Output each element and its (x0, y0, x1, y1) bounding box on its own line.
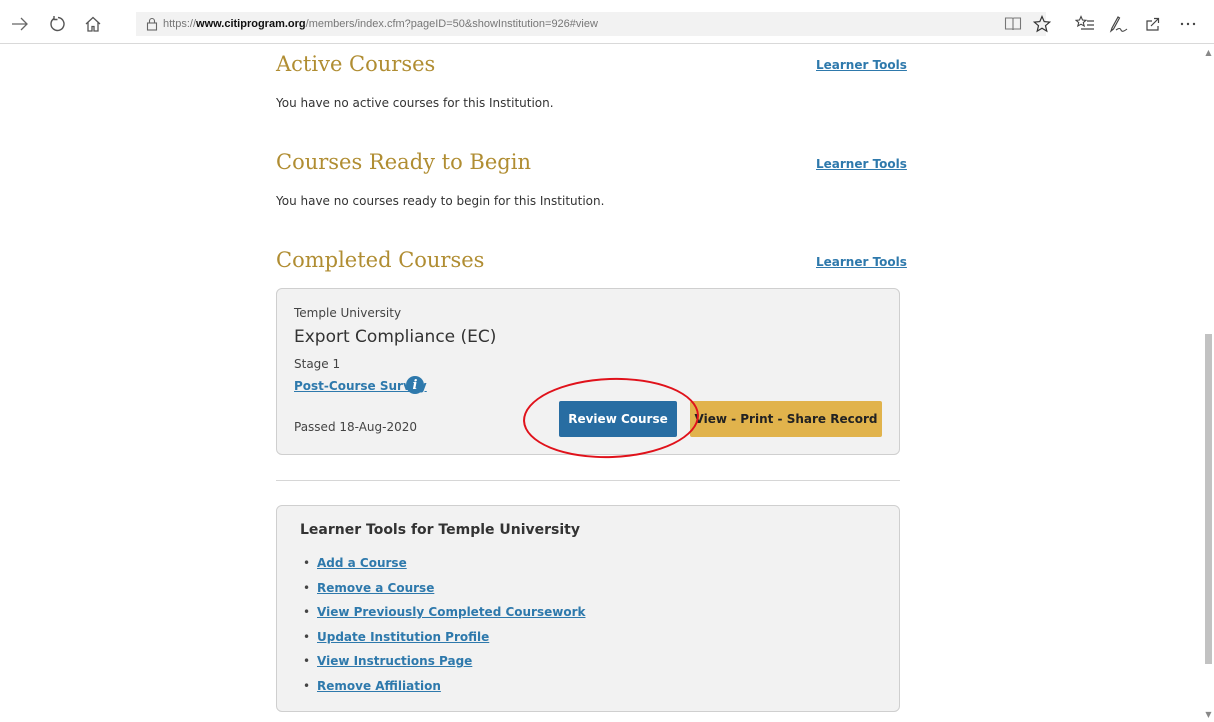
learner-tools-title: Learner Tools for Temple University (300, 522, 580, 538)
list-item: • Remove Affiliation (303, 674, 585, 699)
learner-tools-link-active[interactable]: Learner Tools (816, 58, 907, 72)
learner-tools-box: Learner Tools for Temple University • Add… (276, 505, 900, 712)
learner-tools-link-ready[interactable]: Learner Tools (816, 157, 907, 171)
bullet: • (303, 678, 311, 693)
view-completed-coursework-link[interactable]: View Previously Completed Coursework (317, 605, 585, 619)
ready-courses-heading: Courses Ready to Begin (276, 150, 531, 174)
active-courses-heading: Active Courses (276, 52, 436, 76)
forward-icon[interactable] (8, 12, 32, 36)
url-text: https://www.citiprogram.org/members/inde… (163, 18, 598, 30)
scroll-up-icon[interactable]: ▲ (1203, 46, 1214, 58)
ready-courses-message: You have no courses ready to begin for t… (276, 194, 605, 208)
learner-tools-link-completed[interactable]: Learner Tools (816, 255, 907, 269)
bullet: • (303, 556, 311, 571)
bullet: • (303, 654, 311, 669)
home-icon[interactable] (81, 12, 105, 36)
learner-tools-list: • Add a Course • Remove a Course • View Pre… (303, 551, 585, 698)
reading-view-icon[interactable] (1001, 12, 1025, 36)
scrollbar-thumb[interactable] (1205, 334, 1212, 664)
active-courses-message: You have no active courses for this Inst… (276, 96, 554, 110)
list-item: • Remove a Course (303, 576, 585, 601)
more-icon[interactable] (1176, 12, 1200, 36)
completed-course-card: Temple University Export Compliance (EC)… (276, 288, 900, 455)
view-print-share-record-button[interactable]: View - Print - Share Record (690, 401, 882, 437)
favorite-star-icon[interactable] (1030, 12, 1054, 36)
section-divider (276, 480, 900, 481)
institution-name: Temple University (294, 306, 402, 320)
view-instructions-page-link[interactable]: View Instructions Page (317, 654, 472, 668)
list-item: • Add a Course (303, 551, 585, 576)
vertical-scrollbar[interactable]: ▲ ▼ (1203, 44, 1214, 722)
remove-affiliation-link[interactable]: Remove Affiliation (317, 679, 441, 693)
favorites-list-icon[interactable] (1073, 12, 1097, 36)
pen-icon[interactable] (1106, 12, 1130, 36)
refresh-icon[interactable] (46, 12, 70, 36)
course-title: Export Compliance (EC) (294, 327, 497, 347)
info-icon[interactable]: i (406, 376, 424, 394)
review-course-button[interactable]: Review Course (559, 401, 677, 437)
passed-status: Passed 18-Aug-2020 (294, 420, 418, 434)
list-item: • View Instructions Page (303, 649, 585, 674)
list-item: • View Previously Completed Coursework (303, 600, 585, 625)
address-bar[interactable]: https://www.citiprogram.org/members/inde… (136, 12, 1046, 36)
bullet: • (303, 605, 311, 620)
bullet: • (303, 629, 311, 644)
scroll-down-icon[interactable]: ▼ (1203, 708, 1214, 720)
browser-toolbar: https://www.citiprogram.org/members/inde… (0, 0, 1214, 44)
remove-course-link[interactable]: Remove a Course (317, 581, 434, 595)
course-stage: Stage 1 (294, 357, 341, 371)
share-icon[interactable] (1141, 12, 1165, 36)
update-institution-profile-link[interactable]: Update Institution Profile (317, 630, 489, 644)
completed-courses-heading: Completed Courses (276, 248, 485, 272)
add-course-link[interactable]: Add a Course (317, 556, 407, 570)
lock-icon (141, 17, 163, 31)
bullet: • (303, 580, 311, 595)
list-item: • Update Institution Profile (303, 625, 585, 650)
